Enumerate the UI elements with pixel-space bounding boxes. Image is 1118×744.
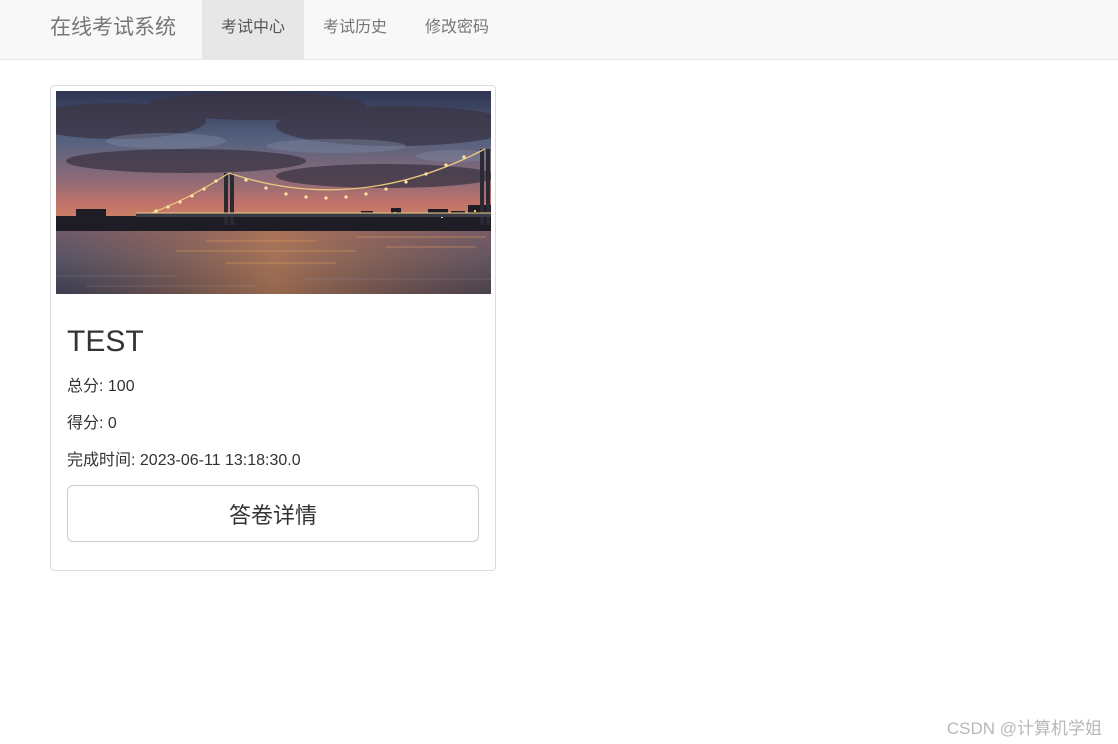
nav-item-change-password[interactable]: 修改密码 [406, 0, 508, 59]
bridge-night-photo [56, 91, 491, 294]
top-navbar: 在线考试系统 考试中心 考试历史 修改密码 [0, 0, 1118, 60]
finish-time-text: 完成时间: 2023-06-11 13:18:30.0 [67, 452, 301, 469]
obtained-score-text: 得分: 0 [67, 415, 117, 432]
nav-menu: 考试中心 考试历史 修改密码 [202, 0, 508, 59]
exam-card: TEST 总分: 100 得分: 0 完成时间: 2023-06-11 13:1… [50, 85, 496, 571]
answer-details-button[interactable]: 答卷详情 [67, 485, 479, 542]
exam-thumbnail [56, 91, 491, 294]
exam-title: TEST [67, 325, 144, 358]
nav-item-exam-history[interactable]: 考试历史 [304, 0, 406, 59]
nav-item-exam-center[interactable]: 考试中心 [202, 0, 305, 59]
total-score-text: 总分: 100 [67, 378, 135, 395]
csdn-watermark: CSDN @计算机学姐 [946, 719, 1102, 738]
brand-title[interactable]: 在线考试系统 [50, 0, 176, 59]
